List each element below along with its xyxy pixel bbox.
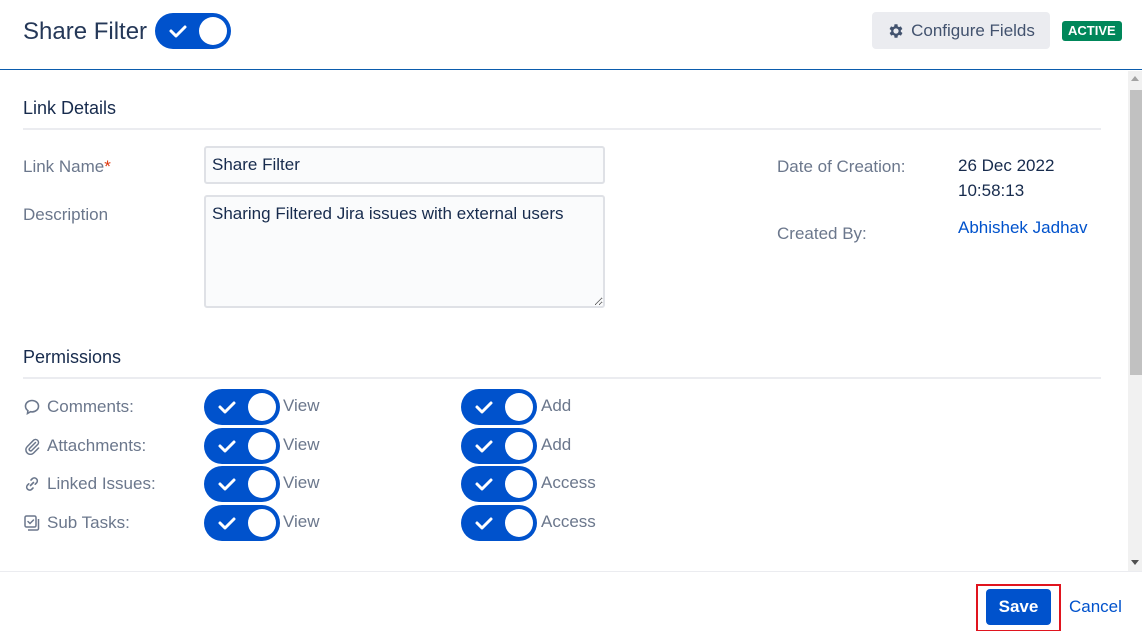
toggle-knob	[505, 432, 533, 460]
scrollbar-thumb[interactable]	[1130, 90, 1142, 375]
created-by-link[interactable]: Abhishek Jadhav	[958, 218, 1087, 238]
save-button[interactable]: Save	[986, 589, 1051, 625]
permission-toggle-secondary[interactable]	[461, 389, 537, 425]
permission-toggle-secondary-label: Access	[541, 512, 596, 531]
link-details-heading: Link Details	[23, 98, 117, 118]
toggle-knob	[248, 393, 276, 421]
permission-toggle-primary[interactable]	[204, 466, 280, 502]
permission-toggle-secondary-label: Add	[541, 435, 572, 454]
permission-toggle-primary[interactable]	[204, 505, 280, 541]
link-enabled-toggle[interactable]	[155, 13, 231, 49]
permission-toggle-primary-label: View	[283, 396, 320, 415]
toggle-knob	[505, 470, 533, 498]
permission-toggle-primary-label: View	[283, 512, 320, 531]
permission-row: Linked Issues: View Access	[0, 465, 700, 503]
permission-toggle-secondary[interactable]	[461, 428, 537, 464]
required-marker: *	[104, 157, 111, 176]
description-textarea[interactable]: Sharing Filtered Jira issues with extern…	[204, 195, 605, 308]
link-name-label: Link Name*	[23, 157, 111, 177]
gear-icon	[889, 23, 903, 38]
modal-footer: Save Cancel	[0, 571, 1142, 631]
modal-header: Share Filter Configure Fields ACTIVE	[0, 0, 1142, 70]
check-icon	[218, 478, 236, 491]
scroll-down-arrow-icon[interactable]	[1131, 560, 1139, 565]
permission-toggle-secondary[interactable]	[461, 505, 537, 541]
toggle-knob	[248, 470, 276, 498]
configure-fields-label: Configure Fields	[911, 20, 1035, 40]
scroll-up-arrow-icon[interactable]	[1131, 76, 1139, 81]
permission-toggle-secondary-label: Add	[541, 396, 572, 415]
page-title: Share Filter	[23, 18, 148, 45]
check-icon	[475, 440, 493, 453]
attachment-icon	[23, 437, 41, 456]
check-icon	[169, 25, 187, 38]
subtask-icon	[23, 514, 41, 532]
check-icon	[475, 517, 493, 530]
created-by-label: Created By:	[777, 224, 867, 243]
comment-icon	[23, 398, 41, 416]
permission-label: Sub Tasks:	[47, 513, 130, 532]
scrollbar[interactable]	[1128, 71, 1142, 571]
toggle-knob	[505, 393, 533, 421]
link-name-label-text: Link Name	[23, 157, 105, 176]
permission-label: Comments:	[47, 397, 134, 416]
modal-body: Link Details Link Name* Description Shar…	[0, 71, 1128, 571]
description-label: Description	[23, 205, 109, 224]
permission-row: Sub Tasks: View Access	[0, 504, 700, 542]
date-of-creation-label: Date of Creation:	[777, 157, 906, 176]
permission-row: Comments: View Add	[0, 388, 700, 426]
divider	[23, 377, 1101, 379]
permission-toggle-primary-label: View	[283, 473, 320, 492]
divider	[23, 128, 1101, 130]
creation-time: 10:58:13	[958, 181, 1025, 200]
toggle-knob	[199, 17, 227, 45]
status-badge: ACTIVE	[1062, 21, 1122, 41]
toggle-knob	[248, 509, 276, 537]
link-name-input[interactable]	[204, 146, 605, 184]
date-of-creation-value: 26 Dec 2022 10:58:13	[958, 153, 1054, 203]
configure-fields-button[interactable]: Configure Fields	[872, 12, 1050, 49]
permission-toggle-primary[interactable]	[204, 428, 280, 464]
check-icon	[475, 401, 493, 414]
permission-label: Linked Issues:	[47, 474, 156, 493]
permission-toggle-secondary-label: Access	[541, 473, 596, 492]
link-icon	[23, 475, 41, 493]
check-icon	[218, 401, 236, 414]
permission-label: Attachments:	[47, 436, 147, 455]
check-icon	[475, 478, 493, 491]
check-icon	[218, 517, 236, 530]
toggle-knob	[505, 509, 533, 537]
permission-toggle-primary[interactable]	[204, 389, 280, 425]
permission-row: Attachments: View Add	[0, 427, 700, 465]
permission-toggle-primary-label: View	[283, 435, 320, 454]
toggle-knob	[248, 432, 276, 460]
cancel-link[interactable]: Cancel	[1069, 597, 1122, 617]
creation-date: 26 Dec 2022	[958, 156, 1055, 175]
check-icon	[218, 440, 236, 453]
permissions-heading: Permissions	[23, 347, 122, 367]
permission-toggle-secondary[interactable]	[461, 466, 537, 502]
